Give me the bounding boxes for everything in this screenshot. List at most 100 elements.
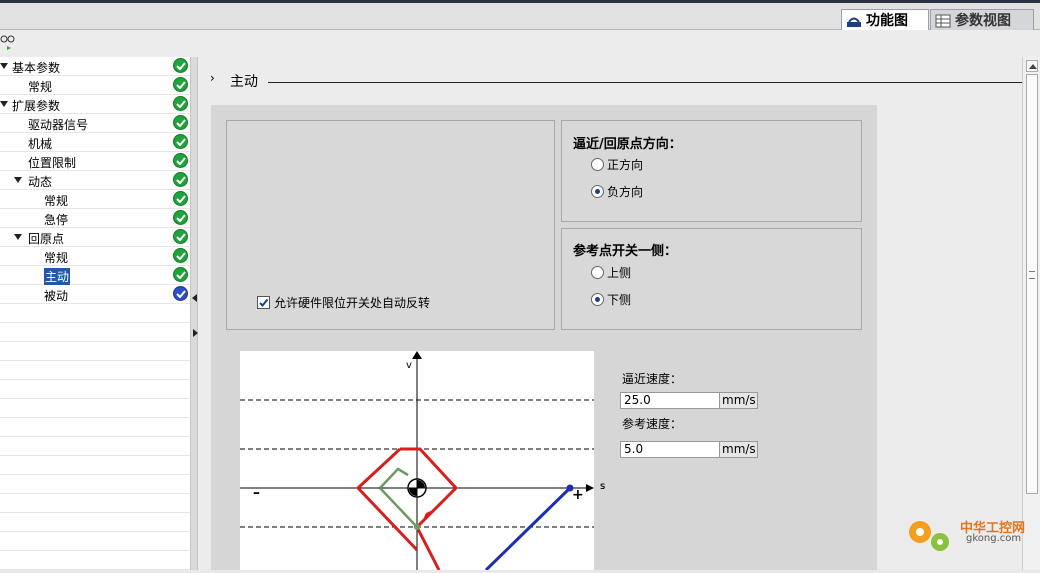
minus-label: – (253, 485, 260, 501)
s-axis-arrow (586, 484, 594, 492)
approach-speed-input[interactable]: 25.0 (620, 392, 720, 409)
expand-triangle-icon[interactable] (14, 234, 22, 240)
status-ok-icon (173, 134, 188, 149)
tree-empty-row (0, 361, 190, 380)
status-ok-icon (173, 96, 188, 111)
tree-empty-row (0, 342, 190, 361)
status-ok-icon (173, 153, 188, 168)
tree-item-label: 基本参数 (12, 61, 61, 75)
function-view-icon (847, 17, 861, 27)
tab-function-view[interactable]: 功能图 (841, 9, 929, 31)
tree-item[interactable]: 扩展参数 (0, 95, 190, 114)
tree-item[interactable]: 位置限制 (0, 152, 190, 171)
tree-item[interactable]: 常规 (0, 190, 190, 209)
tree-item-label: 扩展参数 (12, 99, 61, 113)
approach-speed-unit: mm/s (719, 392, 758, 409)
reference-speed-label: 参考速度： (622, 417, 683, 431)
approach-speed-label: 逼近速度： (622, 372, 683, 386)
tree-item[interactable]: 急停 (0, 209, 190, 228)
tree-item-label: 主动 (44, 268, 71, 285)
scroll-thumb[interactable] (1026, 74, 1038, 494)
approach-direction-title: 逼近/回原点方向： (573, 137, 682, 152)
blue-homing-path (484, 486, 572, 572)
watermark-logo: 中华工控网 gkong.com (900, 505, 1040, 565)
auto-reverse-label: 允许硬件限位开关处自动反转 (274, 296, 431, 310)
tree-empty-row (0, 399, 190, 418)
reference-speed-unit: mm/s (719, 441, 758, 458)
tree-item[interactable]: 回原点 (0, 228, 190, 247)
tree-item[interactable]: 基本参数 (0, 57, 190, 76)
tab-param-view[interactable]: 参数视图 (930, 9, 1034, 31)
auto-reverse-option[interactable]: 允许硬件限位开关处自动反转 (257, 294, 430, 311)
grip-icon (1029, 271, 1035, 279)
tree-empty-row (0, 456, 190, 475)
tree-empty-row (0, 418, 190, 437)
scroll-up-button[interactable] (1026, 60, 1038, 72)
tree-item-label: 急停 (44, 213, 69, 227)
v-axis-arrow (412, 351, 422, 359)
tree-item-label: 机械 (28, 137, 53, 151)
tree-item[interactable]: 被动 (0, 285, 190, 304)
tree-item-label: 位置限制 (28, 156, 77, 170)
tree-item[interactable]: 主动 (0, 266, 190, 285)
tree-item[interactable]: 动态 (0, 171, 190, 190)
panel-splitter[interactable] (190, 57, 198, 570)
reference-speed-input[interactable]: 5.0 (620, 441, 720, 458)
status-ok-icon (173, 58, 188, 73)
tree-item[interactable]: 机械 (0, 133, 190, 152)
tree-item[interactable]: 常规 (0, 76, 190, 95)
status-ok-icon (173, 77, 188, 92)
homing-diagram-graphic (240, 351, 594, 572)
vertical-scrollbar[interactable] (1022, 57, 1040, 570)
approach-negative-radio[interactable] (591, 185, 604, 198)
status-ok-icon (173, 210, 188, 225)
status-ok-icon (173, 229, 188, 244)
red-homing-path (355, 447, 459, 571)
section-chevron-icon[interactable]: › (210, 71, 215, 85)
tree-item-label: 驱动器信号 (28, 118, 89, 132)
status-ok-icon (173, 115, 188, 130)
tree-empty-row (0, 437, 190, 456)
tree-item-label: 回原点 (28, 232, 65, 246)
status-ok-icon (173, 248, 188, 263)
approach-positive-label: 正方向 (607, 158, 644, 172)
ref-upper-radio[interactable] (591, 266, 604, 279)
approach-positive-radio[interactable] (591, 158, 604, 171)
tree-item-label: 被动 (44, 289, 69, 303)
status-ok-icon (173, 191, 188, 206)
tree-item-label: 动态 (28, 175, 53, 189)
ref-upper-label: 上侧 (607, 266, 632, 280)
tree-empty-row (0, 532, 190, 551)
tab-function-view-label: 功能图 (866, 12, 908, 29)
expand-triangle-icon[interactable] (0, 63, 8, 69)
section-title: 主动 (230, 74, 258, 90)
tree-item-label: 常规 (28, 80, 53, 94)
ref-lower-option[interactable]: 下侧 (591, 291, 631, 308)
collapse-arrow-icon[interactable] (192, 294, 197, 302)
ref-upper-option[interactable]: 上侧 (591, 264, 631, 281)
status-ok-icon (173, 172, 188, 187)
tree-empty-row (0, 551, 190, 570)
expand-triangle-icon[interactable] (0, 101, 8, 107)
tree-item[interactable]: 常规 (0, 247, 190, 266)
tree-empty-row (0, 494, 190, 513)
green-point (414, 524, 420, 530)
approach-negative-option[interactable]: 负方向 (591, 183, 643, 200)
gear-icon (909, 521, 949, 551)
plus-label: + (572, 487, 584, 503)
scroll-up-arrow-icon (1029, 64, 1037, 69)
parameter-tree: 基本参数 常规 扩展参数 驱动器信号 机械 位置限制 动态 常规 急停 回原点 常规 主动 被动 (0, 57, 190, 570)
approach-negative-label: 负方向 (607, 185, 644, 199)
expand-triangle-icon[interactable] (14, 177, 22, 183)
status-info-icon (173, 286, 188, 301)
auto-reverse-checkbox[interactable] (257, 296, 270, 309)
watermark-en: gkong.com (966, 533, 1022, 544)
ref-lower-radio[interactable] (591, 293, 604, 306)
tree-item[interactable]: 驱动器信号 (0, 114, 190, 133)
tab-param-view-label: 参数视图 (955, 12, 1011, 29)
toolbar (0, 30, 1040, 57)
approach-positive-option[interactable]: 正方向 (591, 156, 643, 173)
navigate-icon[interactable] (0, 34, 18, 52)
tree-item-label: 常规 (44, 251, 69, 265)
v-axis-label: v (406, 360, 412, 371)
